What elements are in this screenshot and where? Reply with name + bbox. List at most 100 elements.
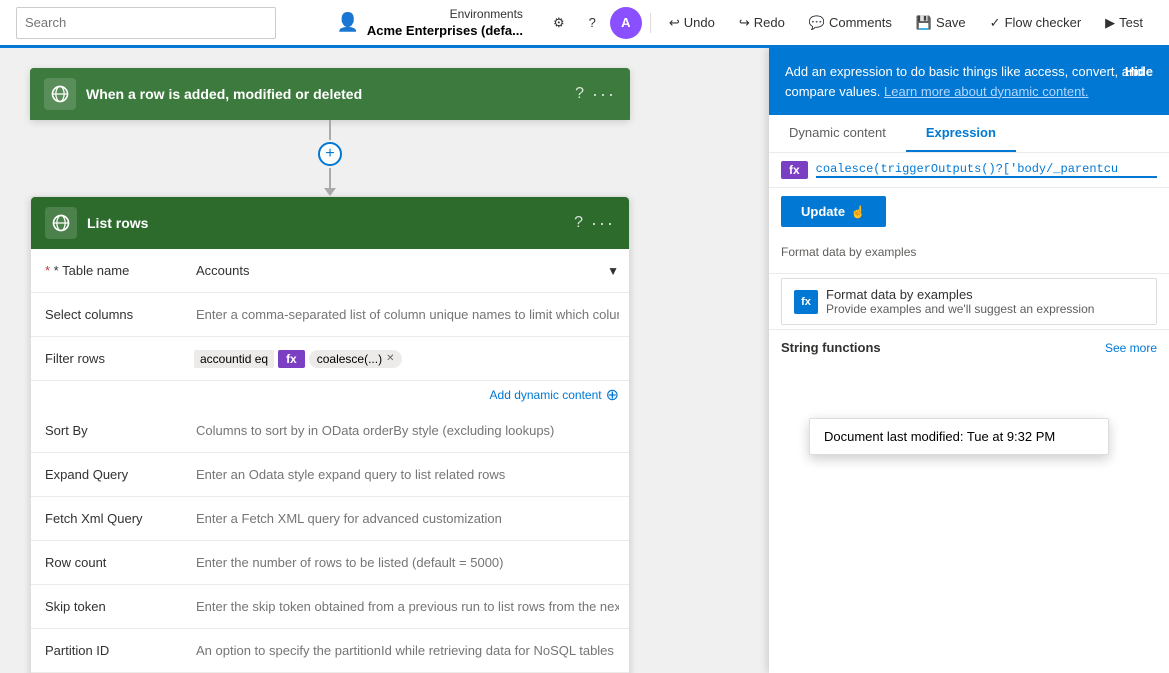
action-node: List rows ? ··· * * Table name Accounts: [30, 196, 630, 673]
topbar-left: [16, 7, 276, 39]
form-body: * * Table name Accounts ▼ Select columns: [31, 249, 629, 673]
comments-label: Comments: [829, 15, 892, 30]
trigger-node: When a row is added, modified or deleted…: [30, 68, 630, 120]
format-by-examples-row[interactable]: fx Format data by examples Provide examp…: [781, 278, 1157, 325]
expand-query-label: Expand Query: [31, 459, 186, 490]
table-name-select-wrap: Accounts ▼: [186, 257, 629, 284]
help-button[interactable]: ?: [579, 11, 606, 34]
comments-button[interactable]: 💬 Comments: [799, 11, 902, 35]
filter-rows-label: Filter rows: [31, 343, 186, 374]
expression-input[interactable]: [816, 162, 1157, 178]
fx-label: fx: [781, 161, 808, 179]
undo-icon: ↩: [669, 15, 680, 31]
skip-token-row: Skip token: [31, 585, 629, 629]
fetch-xml-row: Fetch Xml Query: [31, 497, 629, 541]
partition-id-row: Partition ID: [31, 629, 629, 673]
table-name-label: * * Table name: [31, 255, 186, 286]
format-label: Format data by examples: [781, 245, 1157, 259]
redo-icon: ↪: [739, 15, 750, 31]
undo-label: Undo: [684, 15, 715, 30]
trigger-title: When a row is added, modified or deleted: [86, 86, 565, 102]
filter-rows-row: Filter rows accountid eq fx coalesce(...…: [31, 337, 629, 381]
action-more-icon[interactable]: ···: [591, 213, 615, 234]
fetch-xml-label: Fetch Xml Query: [31, 503, 186, 534]
add-icon: ⊕: [606, 385, 619, 405]
table-name-select[interactable]: Accounts: [186, 257, 629, 284]
add-dynamic-content-row[interactable]: Add dynamic content ⊕: [31, 381, 629, 409]
coalesce-label: coalesce(...): [317, 352, 382, 366]
row-count-input[interactable]: [186, 549, 629, 576]
filter-static-tag: accountid eq: [194, 350, 274, 368]
help-icon: ?: [589, 15, 596, 30]
canvas: When a row is added, modified or deleted…: [0, 48, 1169, 673]
formula-title: Format data by examples: [826, 287, 1094, 302]
flow-checker-icon: ✓: [990, 15, 1001, 31]
add-step-button[interactable]: +: [318, 142, 342, 166]
redo-button[interactable]: ↪ Redo: [729, 11, 795, 35]
test-button[interactable]: ▶ Test: [1095, 11, 1153, 35]
separator: [650, 13, 651, 33]
filter-rows-content: accountid eq fx coalesce(...) ✕: [186, 344, 410, 374]
select-columns-input[interactable]: [186, 301, 629, 328]
skip-token-input[interactable]: [186, 593, 629, 620]
partition-id-label: Partition ID: [31, 635, 186, 666]
update-button[interactable]: Update ☝: [781, 196, 886, 227]
flow-container: When a row is added, modified or deleted…: [30, 68, 630, 673]
action-header[interactable]: List rows ? ···: [31, 197, 629, 249]
trigger-help-icon[interactable]: ?: [575, 85, 584, 103]
format-section: Format data by examples: [769, 235, 1169, 274]
filter-coalesce-tag: coalesce(...) ✕: [309, 350, 403, 368]
tab-expression[interactable]: Expression: [906, 115, 1016, 152]
partition-id-input[interactable]: [186, 637, 629, 664]
panel-tabs: Dynamic content Expression: [769, 115, 1169, 153]
save-button[interactable]: 💾 Save: [906, 11, 976, 35]
string-functions-label: String functions: [781, 340, 881, 355]
save-label: Save: [936, 15, 966, 30]
expand-query-input[interactable]: [186, 461, 629, 488]
connector-line-1: [329, 120, 331, 140]
tab-dynamic-content[interactable]: Dynamic content: [769, 115, 906, 152]
connector-line-2: [329, 168, 331, 188]
action-help-icon[interactable]: ?: [574, 214, 583, 232]
trigger-header[interactable]: When a row is added, modified or deleted…: [30, 68, 630, 120]
filter-remove-icon[interactable]: ✕: [386, 353, 394, 364]
action-actions: ? ···: [574, 213, 615, 234]
fetch-xml-input[interactable]: [186, 505, 629, 532]
filter-fx-button[interactable]: fx: [278, 350, 305, 368]
panel-learn-more-link[interactable]: Learn more about dynamic content.: [884, 84, 1089, 99]
settings-button[interactable]: ⚙: [543, 11, 575, 35]
sort-by-label: Sort By: [31, 415, 186, 446]
action-title: List rows: [87, 215, 564, 231]
comments-icon: 💬: [809, 15, 825, 31]
select-columns-row: Select columns: [31, 293, 629, 337]
flow-checker-button[interactable]: ✓ Flow checker: [980, 11, 1091, 35]
sort-by-row: Sort By: [31, 409, 629, 453]
table-name-row: * * Table name Accounts ▼: [31, 249, 629, 293]
sort-by-input[interactable]: [186, 417, 629, 444]
add-dynamic-content-label: Add dynamic content: [490, 388, 602, 402]
avatar[interactable]: A: [610, 7, 642, 39]
topbar-right: 👤 Environments Acme Enterprises (defa...…: [336, 7, 1153, 39]
list-rows-icon: [51, 213, 71, 233]
search-input[interactable]: [16, 7, 276, 39]
environment-name: Acme Enterprises (defa...: [367, 23, 523, 38]
trigger-more-icon[interactable]: ···: [592, 84, 616, 105]
update-section: Update ☝: [769, 188, 1169, 235]
panel-hide-button[interactable]: Hide: [1125, 62, 1153, 82]
string-functions-row: String functions See more: [769, 329, 1169, 365]
tooltip-text: Document last modified: Tue at 9:32 PM: [824, 429, 1055, 444]
expression-input-row: fx: [769, 153, 1169, 188]
trigger-actions: ? ···: [575, 84, 616, 105]
undo-button[interactable]: ↩ Undo: [659, 11, 725, 35]
save-icon: 💾: [916, 15, 932, 31]
settings-icon: ⚙: [553, 15, 565, 31]
formula-subtitle: Provide examples and we'll suggest an ex…: [826, 302, 1094, 316]
cursor-icon: ☝: [851, 205, 866, 219]
formula-icon: fx: [794, 290, 818, 314]
environment-info: Environments Acme Enterprises (defa...: [367, 7, 523, 38]
see-more-button[interactable]: See more: [1105, 341, 1157, 355]
expand-query-row: Expand Query: [31, 453, 629, 497]
row-count-label: Row count: [31, 547, 186, 578]
panel-header: Add an expression to do basic things lik…: [769, 48, 1169, 115]
required-star: *: [45, 263, 54, 278]
